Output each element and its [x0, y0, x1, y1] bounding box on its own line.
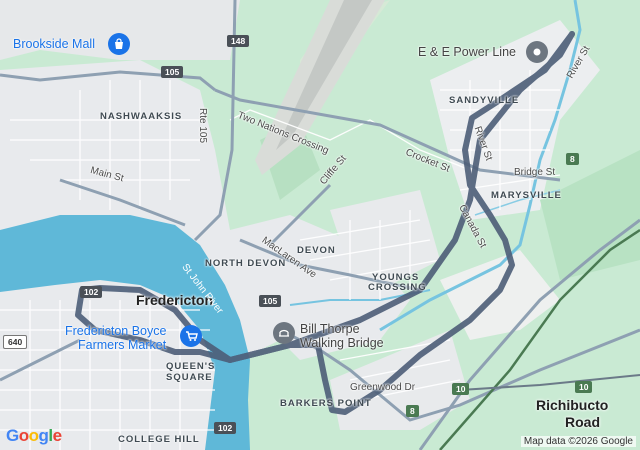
- shield-102-north: 102: [80, 286, 103, 298]
- shopping-bag-icon[interactable]: [108, 33, 130, 55]
- shield-102-south: 102: [214, 422, 237, 434]
- map-base-layer: [0, 0, 640, 450]
- shield-8-south: 8: [406, 405, 419, 417]
- shield-8-north: 8: [566, 153, 579, 165]
- park-icon[interactable]: [273, 322, 295, 344]
- map-canvas[interactable]: NASHWAAKSIS NORTH DEVON DEVON YOUNGS CRO…: [0, 0, 640, 450]
- shield-105-south: 105: [259, 295, 282, 307]
- google-logo: Google: [6, 426, 62, 445]
- shopping-cart-icon[interactable]: [180, 325, 202, 347]
- pin-icon[interactable]: [526, 41, 548, 63]
- shield-10-east: 10: [575, 381, 593, 393]
- map-attribution[interactable]: Map data ©2026 Google: [520, 436, 636, 447]
- shield-105-north: 105: [161, 66, 184, 78]
- shield-640: 640: [3, 335, 28, 349]
- shield-148: 148: [227, 35, 250, 47]
- shield-10-west: 10: [452, 383, 470, 395]
